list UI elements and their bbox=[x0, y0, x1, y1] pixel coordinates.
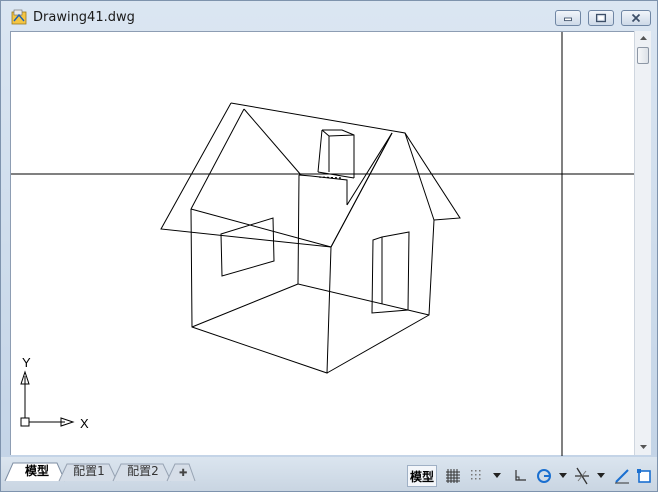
scroll-down-arrow-icon[interactable] bbox=[635, 440, 652, 454]
scroll-up-arrow-icon[interactable] bbox=[635, 31, 652, 45]
house-3d-wireframe: Y X bbox=[11, 32, 635, 456]
ucs-x-label: X bbox=[80, 416, 89, 431]
tab-layout1[interactable]: 配置1 bbox=[67, 462, 111, 480]
close-icon bbox=[631, 13, 641, 23]
polar-tracking-icon[interactable] bbox=[535, 465, 553, 487]
close-button[interactable] bbox=[621, 10, 651, 26]
vertical-scrollbar[interactable] bbox=[634, 31, 651, 455]
dwg-file-icon bbox=[11, 9, 27, 25]
ucs-y-label: Y bbox=[22, 355, 31, 370]
layout-tabs-and-status-bar: ✚ 模型 配置1 配置2 模型 bbox=[1, 457, 657, 491]
model-space-button[interactable]: 模型 bbox=[407, 465, 437, 487]
window-title: Drawing41.dwg bbox=[33, 10, 135, 25]
title-bar[interactable]: Drawing41.dwg bbox=[1, 1, 657, 31]
house-model bbox=[160, 102, 461, 374]
polar-dropdown-arrow-icon[interactable] bbox=[557, 465, 569, 487]
add-layout-tab-button[interactable] bbox=[173, 463, 193, 481]
tab-model[interactable]: 模型 bbox=[17, 462, 57, 480]
model-space-label: 模型 bbox=[409, 469, 434, 484]
osnap-icon[interactable] bbox=[573, 465, 591, 487]
workspace-icon[interactable] bbox=[635, 465, 653, 487]
osnap-dropdown-arrow-icon[interactable] bbox=[595, 465, 607, 487]
minimize-icon bbox=[564, 17, 572, 22]
scroll-thumb[interactable] bbox=[637, 47, 649, 64]
tab-layout2[interactable]: 配置2 bbox=[121, 462, 165, 480]
restore-icon bbox=[595, 13, 607, 23]
snap-icon[interactable] bbox=[469, 465, 485, 487]
minimize-button[interactable] bbox=[555, 10, 581, 26]
snap-dropdown-arrow-icon[interactable] bbox=[491, 465, 503, 487]
isodraft-icon[interactable] bbox=[613, 465, 631, 487]
drawing-window: Drawing41.dwg Y X ✚ 模型 配置1 配置2 模型 bbox=[0, 0, 658, 492]
restore-button[interactable] bbox=[588, 10, 614, 26]
grid-icon[interactable] bbox=[445, 465, 461, 487]
ortho-icon[interactable] bbox=[511, 465, 529, 487]
ucs-icon bbox=[20, 370, 75, 427]
drawing-canvas[interactable]: Y X bbox=[10, 31, 635, 456]
